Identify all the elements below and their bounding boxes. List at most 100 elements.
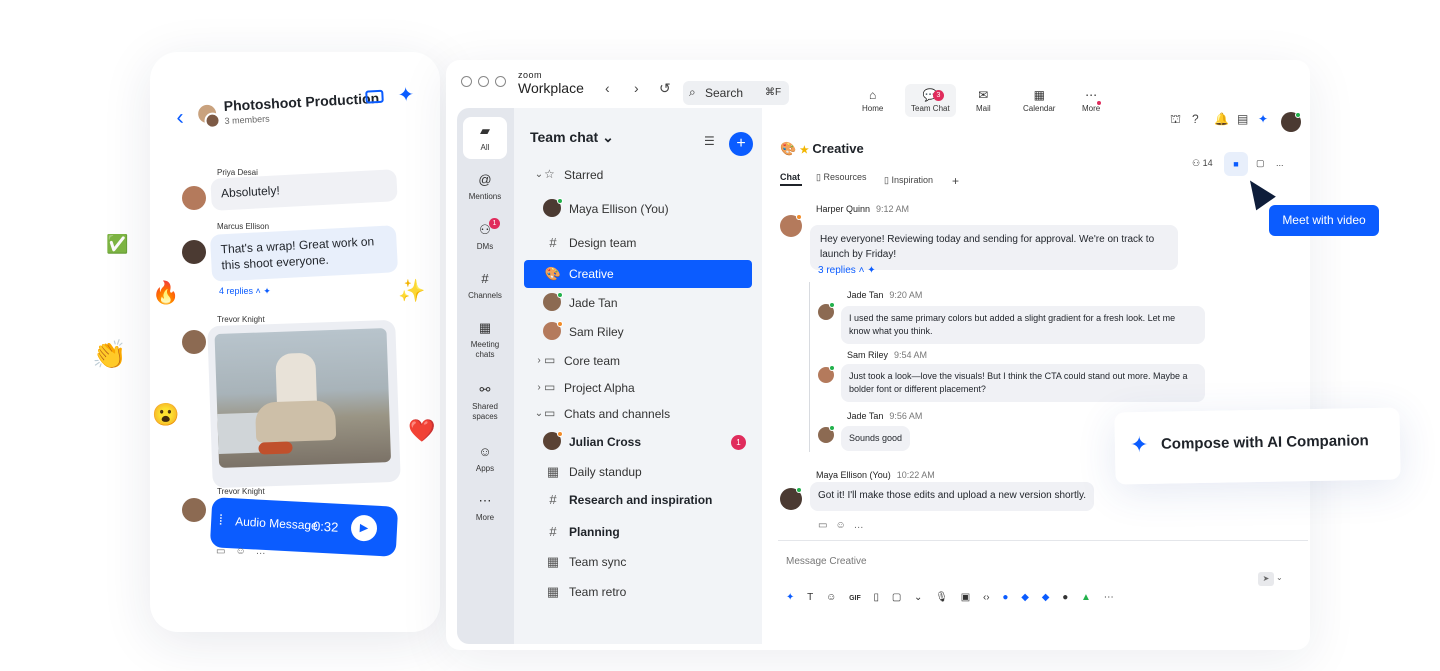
send-button[interactable]: ➤: [1258, 572, 1274, 586]
list-item-daily-standup[interactable]: ▦ Daily standup: [524, 458, 752, 486]
share-icon: ⚯: [479, 382, 491, 397]
ai-sparkle-icon[interactable]: ✦: [786, 592, 794, 603]
list-item-planning[interactable]: # Planning: [524, 518, 752, 546]
list-item-creative[interactable]: 🎨 Creative: [524, 260, 752, 288]
confluence-app-icon[interactable]: ◆: [1042, 592, 1050, 603]
rail-meeting-chats[interactable]: ▦ Meeting chats: [463, 320, 507, 361]
window-minimize-button[interactable]: [478, 76, 489, 87]
play-icon[interactable]: ▶: [350, 514, 378, 542]
image-attachment[interactable]: [207, 319, 401, 489]
text-format-icon[interactable]: T: [807, 592, 813, 603]
message-actions[interactable]: ▭☺…: [216, 546, 276, 557]
rail-more[interactable]: ⋯ More: [463, 493, 507, 523]
list-item-julian[interactable]: Julian Cross 1: [524, 428, 752, 456]
send-options-chevron-icon[interactable]: ⌄: [1276, 573, 1283, 582]
file-icon[interactable]: ▯: [874, 592, 880, 603]
back-arrow-icon[interactable]: ‹: [605, 80, 610, 96]
group-avatar-secondary: [204, 112, 221, 130]
folder-icon: ▭: [544, 353, 556, 367]
thread-replies-link[interactable]: 4 replies ˄ ✦: [219, 286, 271, 297]
section-project-alpha[interactable]: › ▭ Project Alpha: [524, 374, 752, 402]
rail-apps[interactable]: ☺ Apps: [463, 444, 507, 474]
message-author: Trevor Knight: [217, 315, 265, 324]
audio-duration: 0:32: [312, 518, 339, 535]
code-icon[interactable]: ‹›: [983, 592, 990, 603]
message-composer[interactable]: Message Creative: [786, 556, 867, 567]
list-item-research[interactable]: # Research and inspiration: [524, 486, 752, 514]
video-meeting-button[interactable]: ■: [1224, 152, 1248, 176]
filter-icon[interactable]: ☰: [704, 134, 715, 148]
rail-mentions[interactable]: @ Mentions: [463, 172, 507, 202]
topnav-calendar[interactable]: ▦ Calendar: [1023, 88, 1055, 113]
video-call-icon[interactable]: [365, 89, 384, 104]
avatar: [182, 186, 206, 210]
add-tab-button[interactable]: +: [952, 174, 959, 188]
ai-companion-icon[interactable]: ✦: [1258, 112, 1268, 126]
video-icon: ■: [1233, 159, 1239, 169]
message-actions[interactable]: ▭☺…: [818, 520, 872, 531]
message-bubble: Got it! I'll make those edits and upload…: [810, 482, 1094, 511]
channel-title: 🎨 ★ Creative: [780, 141, 864, 156]
list-item-sam[interactable]: Sam Riley: [524, 318, 752, 346]
rail-all[interactable]: ▰ All: [463, 117, 507, 160]
more-apps-icon[interactable]: ⋯: [1104, 592, 1114, 603]
more-chevron-icon[interactable]: ⌄: [914, 592, 922, 603]
list-item-jade[interactable]: Jade Tan: [524, 289, 752, 317]
drive-app-icon[interactable]: ▲: [1081, 592, 1091, 603]
history-icon[interactable]: ↺: [659, 80, 671, 97]
hash-icon: #: [549, 524, 557, 539]
forward-arrow-icon[interactable]: ›: [634, 80, 639, 96]
back-chevron-icon[interactable]: ‹: [176, 104, 185, 130]
emoji-icon[interactable]: ☺: [826, 592, 836, 603]
rail-channels[interactable]: # Channels: [463, 271, 507, 301]
topnav-home[interactable]: ⌂ Home: [862, 88, 883, 113]
tab-chat[interactable]: Chat: [780, 172, 800, 182]
rail-dms[interactable]: ⚇ DMs: [463, 222, 507, 252]
message-author: Marcus Ellison: [217, 222, 270, 231]
message-meta: Sam Riley 9:54 AM: [847, 350, 928, 360]
at-icon: @: [478, 172, 492, 187]
message-bubble: Just took a look—love the visuals! But I…: [841, 364, 1205, 403]
bell-icon[interactable]: 🔔: [1214, 112, 1229, 126]
github-app-icon[interactable]: ●: [1062, 592, 1068, 603]
message-bubble: I used the same primary colors but added…: [841, 306, 1205, 345]
gif-button[interactable]: GIF: [849, 595, 861, 602]
zoom-app-icon[interactable]: ●: [1002, 592, 1008, 603]
calendar-icon: ▦: [546, 464, 560, 479]
new-chat-button[interactable]: +: [729, 132, 753, 156]
sneaker-photo: [214, 328, 392, 468]
rail-shared-spaces[interactable]: ⚯ Shared spaces: [463, 382, 507, 423]
thread-replies-link[interactable]: 3 replies ˄ ✦: [818, 265, 876, 276]
list-item-maya[interactable]: Maya Ellison (You): [524, 195, 752, 223]
section-chats-and-channels[interactable]: ⌄ ▭ Chats and channels: [524, 400, 752, 428]
window-close-button[interactable]: [461, 76, 472, 87]
notes-icon[interactable]: ▤: [1237, 112, 1248, 126]
ai-sparkle-icon[interactable]: ✦: [397, 82, 415, 108]
cloud-icon[interactable]: ⛫: [1170, 112, 1181, 128]
schedule-icon[interactable]: ▢: [1256, 158, 1265, 169]
list-item-team-sync[interactable]: ▦ Team sync: [524, 548, 752, 576]
tab-resources[interactable]: ▯ Resources: [816, 172, 867, 183]
help-icon[interactable]: ?: [1192, 112, 1199, 126]
jira-app-icon[interactable]: ◆: [1021, 592, 1029, 603]
members-count[interactable]: ⚇ 14: [1192, 158, 1213, 169]
topnav-mail[interactable]: ✉ Mail: [976, 88, 991, 113]
screenshot-icon[interactable]: ▢: [892, 592, 901, 603]
people-icon: ⚇: [1192, 158, 1201, 168]
window-zoom-button[interactable]: [495, 76, 506, 87]
list-item-design-team[interactable]: # Design team: [524, 229, 752, 257]
palette-icon: 🎨: [780, 141, 797, 156]
clap-emoji-icon: 👏: [92, 339, 127, 370]
topnav-team-chat[interactable]: 💬 Team Chat: [905, 84, 956, 117]
video-message-icon[interactable]: ▣: [961, 592, 970, 603]
list-title[interactable]: Team chat ⌄: [530, 129, 614, 146]
more-options-button[interactable]: ...: [1276, 158, 1284, 168]
message-meta: Jade Tan 9:56 AM: [847, 411, 923, 421]
search-input[interactable]: ⌕ Search ⌘F: [683, 81, 789, 105]
list-item-team-retro[interactable]: ▦ Team retro: [524, 578, 752, 606]
dms-badge: 1: [489, 218, 500, 229]
microphone-icon[interactable]: 🎙: [935, 592, 948, 603]
section-starred[interactable]: ⌄ ☆ Starred: [524, 161, 752, 189]
section-core-team[interactable]: › ▭ Core team: [524, 347, 752, 375]
tab-inspiration[interactable]: ▯ Inspiration: [884, 175, 933, 186]
